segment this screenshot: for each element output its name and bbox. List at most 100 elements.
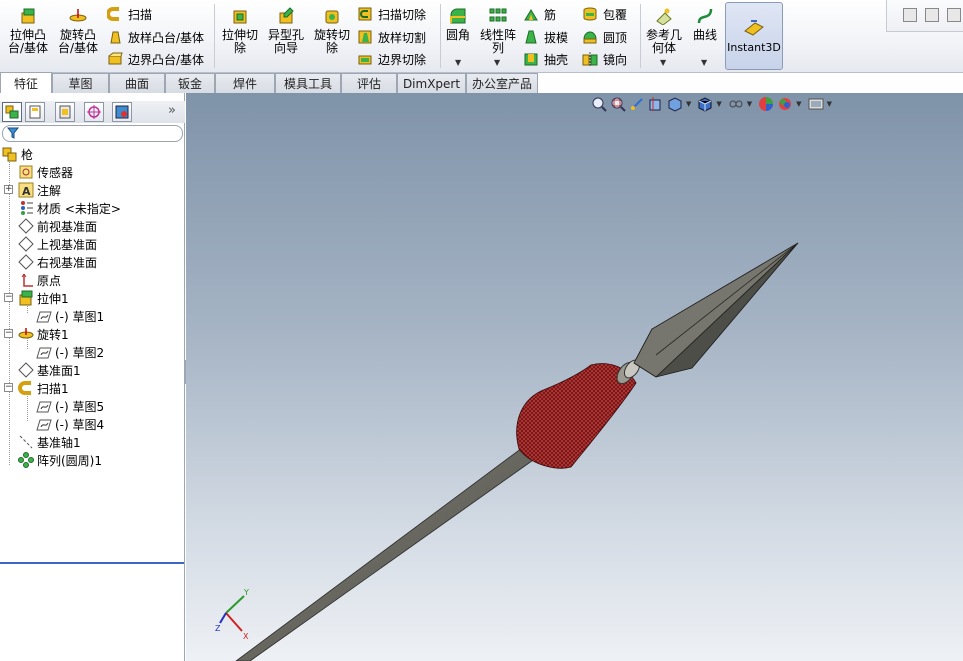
boundary-boss-label: 边界凸台/基体 bbox=[128, 52, 205, 67]
collapse-toggle[interactable]: − bbox=[4, 329, 13, 338]
tree-item-sweep1[interactable]: 扫描1 bbox=[18, 379, 69, 397]
pattern-dropdown[interactable]: ▼ bbox=[494, 58, 500, 67]
panel-expand-arrows[interactable]: » bbox=[168, 103, 176, 118]
curves-button[interactable]: 曲线 bbox=[689, 6, 721, 42]
annotation-icon: A bbox=[18, 182, 34, 198]
linear-pattern-icon bbox=[488, 6, 508, 26]
extrude-cut-button[interactable]: 拉伸切 除 bbox=[218, 6, 262, 55]
axis-icon bbox=[18, 434, 34, 450]
draft-label: 拔模 bbox=[544, 30, 569, 45]
target-icon bbox=[87, 105, 101, 119]
tab-features[interactable]: 特征 bbox=[0, 72, 52, 93]
extrude-boss-icon bbox=[18, 6, 38, 26]
sketch-icon bbox=[36, 308, 52, 324]
tree-root-part[interactable]: 枪 bbox=[2, 145, 33, 163]
tree-item-axis1[interactable]: 基准轴1 bbox=[18, 433, 81, 451]
tab-sheet-metal[interactable]: 钣金 bbox=[165, 73, 215, 93]
property-manager-tab[interactable] bbox=[25, 102, 45, 122]
tree-item-annotations[interactable]: A 注解 bbox=[18, 181, 61, 199]
revolve-boss-label: 旋转凸 台/基体 bbox=[57, 28, 99, 55]
tree-item-sensors[interactable]: 传感器 bbox=[18, 163, 73, 181]
tree-item-right-plane[interactable]: 右视基准面 bbox=[18, 253, 97, 271]
configuration-manager-tab[interactable] bbox=[55, 102, 75, 122]
ribbon-divider bbox=[440, 4, 441, 68]
tab-dimxpert[interactable]: DimXpert bbox=[397, 73, 466, 93]
view-cube-icon[interactable] bbox=[925, 8, 939, 22]
collapse-toggle[interactable]: − bbox=[4, 383, 13, 392]
feature-filter-input[interactable] bbox=[2, 125, 183, 142]
extrude-boss-button[interactable]: 拉伸凸 台/基体 bbox=[6, 6, 50, 55]
ribbon-divider bbox=[214, 4, 215, 68]
view-cube-icon[interactable] bbox=[947, 8, 961, 22]
tree-item-sketch4[interactable]: (-) 草图4 bbox=[36, 415, 104, 433]
spear-model[interactable]: Y X Z bbox=[186, 93, 963, 661]
mirror-button[interactable]: 镜向 bbox=[581, 49, 627, 69]
tree-item-front-plane[interactable]: 前视基准面 bbox=[18, 217, 97, 235]
fillet-dropdown[interactable]: ▼ bbox=[455, 58, 461, 67]
fillet-button[interactable]: 圆角 bbox=[443, 6, 473, 42]
loft-boss-button[interactable]: 放样凸台/基体 bbox=[106, 27, 204, 47]
dome-icon bbox=[581, 28, 599, 46]
plane-icon bbox=[18, 218, 34, 234]
draft-icon bbox=[522, 28, 540, 46]
tree-item-top-plane[interactable]: 上视基准面 bbox=[18, 235, 97, 253]
rollback-bar[interactable] bbox=[0, 562, 184, 564]
tree-item-plane1[interactable]: 基准面1 bbox=[18, 361, 81, 379]
tab-weldments[interactable]: 焊件 bbox=[215, 73, 275, 93]
tree-item-circular-pattern1[interactable]: 阵列(圆周)1 bbox=[18, 451, 102, 469]
revolve-boss-button[interactable]: 旋转凸 台/基体 bbox=[54, 6, 102, 55]
boundary-boss-button[interactable]: 边界凸台/基体 bbox=[106, 49, 204, 69]
tree-item-label: (-) 草图2 bbox=[55, 345, 105, 360]
tab-surfaces[interactable]: 曲面 bbox=[109, 73, 165, 93]
revolve-cut-label: 旋转切 除 bbox=[313, 28, 350, 55]
fillet-label: 圆角 bbox=[445, 28, 470, 42]
instant3d-toggle[interactable]: Instant3D bbox=[725, 2, 783, 70]
tree-item-label: (-) 草图4 bbox=[55, 417, 105, 432]
graphics-viewport[interactable]: ▼ ▼ ▼ ▼ ▼ Y X Z bbox=[186, 93, 963, 661]
reference-geometry-button[interactable]: 参考几 何体 bbox=[643, 6, 685, 55]
revolve-cut-button[interactable]: 旋转切 除 bbox=[310, 6, 354, 55]
curves-dropdown[interactable]: ▼ bbox=[701, 58, 707, 67]
shell-button[interactable]: 抽壳 bbox=[522, 49, 568, 69]
sweep-icon bbox=[18, 380, 34, 396]
sensor-icon bbox=[18, 164, 34, 180]
extrude-icon bbox=[18, 290, 34, 306]
linear-pattern-button[interactable]: 线性阵 列 bbox=[477, 6, 519, 55]
revolve-boss-icon bbox=[68, 6, 88, 26]
tab-sketch[interactable]: 草图 bbox=[52, 73, 109, 93]
feature-manager-tab[interactable] bbox=[2, 102, 22, 122]
tree-item-label: 拉伸1 bbox=[37, 291, 69, 306]
rib-button[interactable]: 筋 bbox=[522, 4, 556, 24]
rib-label: 筋 bbox=[544, 7, 557, 22]
tree-item-origin[interactable]: 原点 bbox=[18, 271, 61, 289]
collapse-toggle[interactable]: − bbox=[4, 293, 13, 302]
expand-toggle[interactable]: + bbox=[4, 185, 13, 194]
tree-item-label: 原点 bbox=[37, 273, 62, 288]
tree-item-material[interactable]: 材质 <未指定> bbox=[18, 199, 121, 217]
wrap-button[interactable]: 包覆 bbox=[581, 4, 627, 24]
sweep-button[interactable]: 扫描 bbox=[106, 4, 152, 24]
dome-button[interactable]: 圆顶 bbox=[581, 27, 627, 47]
tree-item-sketch1[interactable]: (-) 草图1 bbox=[36, 307, 104, 325]
tab-office-products[interactable]: 办公室产品 bbox=[466, 73, 538, 93]
tree-item-sketch5[interactable]: (-) 草图5 bbox=[36, 397, 104, 415]
boundary-cut-button[interactable]: 边界切除 bbox=[356, 49, 426, 69]
linear-pattern-label: 线性阵 列 bbox=[479, 28, 516, 55]
display-manager-tab[interactable] bbox=[112, 102, 132, 122]
hole-wizard-button[interactable]: 异型孔 向导 bbox=[264, 6, 308, 55]
tree-item-sketch2[interactable]: (-) 草图2 bbox=[36, 343, 104, 361]
mirror-label: 镜向 bbox=[603, 52, 628, 67]
tree-item-extrude1[interactable]: 拉伸1 bbox=[18, 289, 69, 307]
tab-evaluate[interactable]: 评估 bbox=[341, 73, 397, 93]
instant3d-label: Instant3D bbox=[727, 40, 781, 54]
ref-geometry-dropdown[interactable]: ▼ bbox=[660, 58, 666, 67]
dimxpert-manager-tab[interactable] bbox=[84, 102, 104, 122]
draft-button[interactable]: 拔模 bbox=[522, 27, 568, 47]
swept-cut-button[interactable]: 扫描切除 bbox=[356, 4, 426, 24]
tab-mold-tools[interactable]: 模具工具 bbox=[275, 73, 341, 93]
lofted-cut-button[interactable]: 放样切割 bbox=[356, 27, 426, 47]
tree-item-revolve1[interactable]: 旋转1 bbox=[18, 325, 69, 343]
tree-item-label: 旋转1 bbox=[37, 327, 69, 342]
view-cube-icon[interactable] bbox=[903, 8, 917, 22]
shell-icon bbox=[522, 50, 540, 68]
